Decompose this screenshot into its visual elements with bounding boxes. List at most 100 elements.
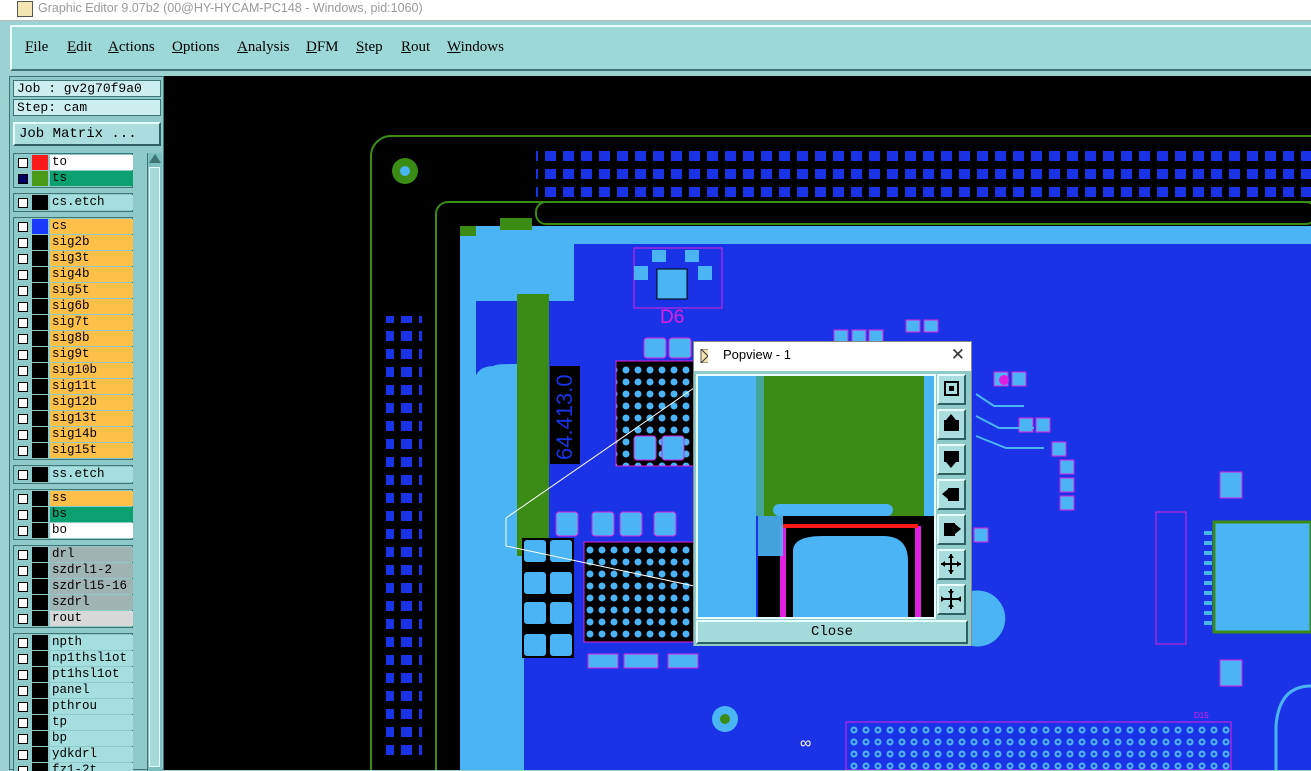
scroll-up-arrow-icon[interactable] — [149, 154, 161, 163]
layer-checkbox[interactable] — [18, 670, 28, 680]
menu-options[interactable]: Options — [172, 39, 220, 56]
layer-color-swatch[interactable] — [32, 379, 48, 394]
layer-checkbox[interactable] — [18, 494, 28, 504]
layer-checkbox[interactable] — [18, 334, 28, 344]
layer-name[interactable]: rout — [50, 611, 133, 626]
layer-name[interactable]: sig15t — [50, 443, 133, 458]
layer-checkbox[interactable] — [18, 318, 28, 328]
layer-checkbox[interactable] — [18, 718, 28, 728]
layer-checkbox[interactable] — [18, 238, 28, 248]
layer-row[interactable]: sig13t — [14, 411, 133, 427]
layer-row[interactable]: sig9t — [14, 347, 133, 363]
layer-checkbox[interactable] — [18, 526, 28, 536]
layer-checkbox[interactable] — [18, 286, 28, 296]
menu-edit[interactable]: Edit — [67, 39, 92, 56]
layer-color-swatch[interactable] — [32, 411, 48, 426]
layer-name[interactable]: tp — [50, 715, 133, 730]
layer-color-swatch[interactable] — [32, 547, 48, 562]
layer-color-swatch[interactable] — [32, 251, 48, 266]
layer-row[interactable]: cs — [14, 219, 133, 235]
layer-name[interactable]: pthrou — [50, 699, 133, 714]
layer-name[interactable]: sig5t — [50, 283, 133, 298]
layer-color-swatch[interactable] — [32, 523, 48, 538]
layer-color-swatch[interactable] — [32, 507, 48, 522]
job-matrix-button[interactable]: Job Matrix ... — [13, 122, 161, 146]
layer-color-swatch[interactable] — [32, 299, 48, 314]
layer-color-swatch[interactable] — [32, 467, 48, 482]
zoom-fit-icon[interactable] — [937, 374, 966, 405]
layer-row[interactable]: sig3t — [14, 251, 133, 267]
layer-color-swatch[interactable] — [32, 395, 48, 410]
layer-name[interactable]: npth — [50, 635, 133, 650]
layer-row[interactable]: np1thsl1ot — [14, 651, 133, 667]
pan-up-icon[interactable] — [937, 409, 966, 440]
layer-checkbox[interactable] — [18, 654, 28, 664]
layer-color-swatch[interactable] — [32, 219, 48, 234]
layer-checkbox[interactable] — [18, 198, 28, 208]
layer-name[interactable]: ydkdrl — [50, 747, 133, 762]
layer-color-swatch[interactable] — [32, 667, 48, 682]
layer-checkbox[interactable] — [18, 398, 28, 408]
layer-color-swatch[interactable] — [32, 155, 48, 170]
layer-row[interactable]: drl — [14, 547, 133, 563]
layer-row[interactable]: sig11t — [14, 379, 133, 395]
layer-name[interactable]: sig8b — [50, 331, 133, 346]
layer-name[interactable]: panel — [50, 683, 133, 698]
layer-row[interactable]: panel — [14, 683, 133, 699]
pan-down-icon[interactable] — [937, 444, 966, 475]
layer-color-swatch[interactable] — [32, 635, 48, 650]
layer-checkbox[interactable] — [18, 446, 28, 456]
layer-checkbox[interactable] — [18, 158, 28, 168]
layer-row[interactable]: ss.etch — [14, 467, 133, 483]
layer-row[interactable]: sig8b — [14, 331, 133, 347]
layer-row[interactable]: sig10b — [14, 363, 133, 379]
layer-checkbox[interactable] — [18, 550, 28, 560]
layer-checkbox[interactable] — [18, 302, 28, 312]
menu-step[interactable]: Step — [356, 39, 383, 56]
layer-name[interactable]: sig11t — [50, 379, 133, 394]
layer-color-swatch[interactable] — [32, 699, 48, 714]
layer-name[interactable]: szdrl — [50, 595, 133, 610]
layer-name[interactable]: sig14b — [50, 427, 133, 442]
layer-name[interactable]: np1thsl1ot — [50, 651, 133, 666]
layer-name[interactable]: drl — [50, 547, 133, 562]
popview-close-button[interactable]: Close — [696, 620, 968, 644]
layer-row[interactable]: bo — [14, 523, 133, 539]
layer-name[interactable]: bs — [50, 507, 133, 522]
layer-row[interactable]: cs.etch — [14, 195, 133, 211]
layer-checkbox[interactable] — [18, 614, 28, 624]
layer-row[interactable]: pt1hsl1ot — [14, 667, 133, 683]
layer-color-swatch[interactable] — [32, 427, 48, 442]
layer-row[interactable]: bp — [14, 731, 133, 747]
layer-checkbox[interactable] — [18, 750, 28, 760]
layer-checkbox[interactable] — [18, 174, 28, 184]
layer-color-swatch[interactable] — [32, 267, 48, 282]
layer-checkbox[interactable] — [18, 638, 28, 648]
layer-name[interactable]: ss.etch — [50, 467, 133, 482]
layer-checkbox[interactable] — [18, 510, 28, 520]
layer-color-swatch[interactable] — [32, 611, 48, 626]
layer-color-swatch[interactable] — [32, 563, 48, 578]
layer-row[interactable]: pthrou — [14, 699, 133, 715]
layer-checkbox[interactable] — [18, 254, 28, 264]
layer-name[interactable]: ts — [50, 171, 133, 186]
layer-color-swatch[interactable] — [32, 315, 48, 330]
layer-checkbox[interactable] — [18, 222, 28, 232]
layer-color-swatch[interactable] — [32, 683, 48, 698]
layer-checkbox[interactable] — [18, 702, 28, 712]
layer-row[interactable]: ts — [14, 171, 133, 187]
pan-left-icon[interactable] — [937, 479, 966, 510]
layer-row[interactable]: tp — [14, 715, 133, 731]
layer-row[interactable]: npth — [14, 635, 133, 651]
layer-row[interactable]: sig6b — [14, 299, 133, 315]
layer-checkbox[interactable] — [18, 470, 28, 480]
layer-row[interactable]: sig12b — [14, 395, 133, 411]
layer-color-swatch[interactable] — [32, 651, 48, 666]
layer-name[interactable]: sig4b — [50, 267, 133, 282]
layer-row[interactable]: rout — [14, 611, 133, 627]
layer-name[interactable]: cs.etch — [50, 195, 133, 210]
layer-checkbox[interactable] — [18, 270, 28, 280]
layer-name[interactable]: sig7t — [50, 315, 133, 330]
layer-checkbox[interactable] — [18, 766, 28, 771]
layer-color-swatch[interactable] — [32, 579, 48, 594]
